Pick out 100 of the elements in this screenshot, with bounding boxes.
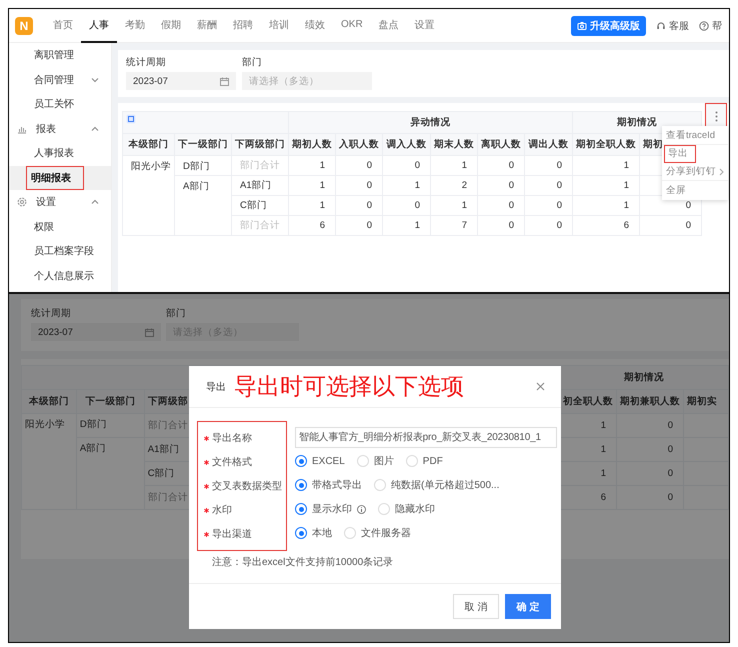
column-header: 期初全职人数 — [572, 134, 640, 156]
column-header: 下两级部门 — [232, 134, 288, 156]
table-cell: 1 — [320, 180, 325, 191]
menu-item[interactable]: 分享到钉钉 — [662, 163, 728, 181]
column-header: 期初兼职人数 — [616, 390, 684, 414]
sidebar-item[interactable]: 个人信息展示 — [31, 266, 97, 286]
table-cell: 1 — [624, 200, 629, 211]
confirm-button[interactable]: 确 定 — [505, 594, 551, 619]
name-input[interactable]: 智能人事官方_明细分析报表pro_新交叉表_20230810_1 — [295, 426, 557, 448]
table-cell: 1 — [320, 200, 325, 211]
nav-tab[interactable]: 培训 — [261, 9, 297, 42]
table-cell: 0 — [508, 160, 514, 171]
column-header: 期初实 — [684, 390, 728, 414]
menu-item[interactable]: 导出 — [664, 145, 696, 163]
chevron-icon[interactable] — [91, 199, 99, 206]
table-cell: 1 — [462, 200, 467, 211]
option-label: 显示水印 — [312, 502, 352, 516]
filter-label: 部门 — [166, 307, 187, 320]
calendar-icon — [220, 76, 229, 86]
table-cell: 0 — [366, 220, 372, 231]
nav-tab[interactable]: 绩效 — [297, 9, 333, 42]
menu-item[interactable]: 全屏 — [662, 181, 728, 199]
more-icon — [714, 110, 718, 122]
option-label: 纯数据(单元格超过500... — [391, 478, 500, 492]
table-cell: 部门合计 — [148, 492, 188, 503]
option-label: 带格式导出 — [312, 478, 362, 492]
sidebar-item[interactable]: 权限 — [31, 216, 57, 237]
sidebar-item[interactable]: 报表 — [33, 118, 59, 139]
sidebar-item[interactable]: 员工档案字段 — [31, 241, 97, 262]
column-header: 入职人数 — [336, 134, 382, 156]
option-label: EXCEL — [312, 456, 345, 466]
sidebar-item[interactable]: 人事报表 — [31, 143, 77, 164]
nav-tab[interactable]: 首页 — [45, 9, 81, 42]
filter-label: 统计周期 — [126, 56, 167, 69]
table-cell: 1 — [624, 160, 629, 171]
date-field[interactable]: 2023-07 — [126, 72, 236, 90]
table-cell: 1 — [600, 420, 606, 431]
table-cell: 0 — [414, 200, 420, 211]
table-cell: 1 — [462, 160, 467, 171]
chevron-icon[interactable] — [91, 126, 99, 132]
table-cell: 0 — [556, 180, 562, 191]
cancel-button[interactable]: 取 消 — [453, 594, 499, 619]
sidebar-item[interactable]: 员工关怀 — [31, 94, 77, 114]
settings-icon — [17, 197, 27, 208]
option-label: PDF — [422, 456, 443, 466]
nav-tab[interactable]: 设置 — [406, 9, 443, 42]
table-cell: D部门 — [80, 419, 107, 430]
info-icon[interactable] — [357, 504, 366, 514]
table-cell: 0 — [366, 180, 372, 191]
table-cell: 0 — [556, 200, 562, 211]
table-cell: A1部门 — [148, 444, 180, 455]
camera-icon — [577, 20, 587, 30]
option-label: 本地 — [312, 526, 332, 540]
nav-tab[interactable]: 盘点 — [370, 9, 407, 42]
table-cell: 阳光小学 — [131, 161, 171, 172]
table-cell: 部门合计 — [240, 160, 280, 171]
table-cell: 1 — [414, 180, 420, 191]
column-header: 调入人数 — [382, 134, 430, 156]
nav-tab[interactable]: 招聘 — [225, 9, 261, 42]
chevron-right-icon — [719, 168, 724, 176]
nav-tab[interactable]: 假期 — [153, 9, 189, 42]
table-cell: 2 — [462, 180, 467, 191]
column-header: 本级部门 — [122, 134, 174, 156]
column-header: 离职人数 — [478, 134, 524, 156]
radio-button[interactable] — [295, 479, 307, 491]
support-link[interactable]: 客服 — [656, 18, 689, 32]
note-text: 注意：导出excel文件支持前10000条记录 — [212, 556, 394, 569]
sidebar-item[interactable]: 设置 — [33, 192, 59, 212]
nav-tab[interactable]: OKR — [333, 9, 371, 42]
table-cell: C部门 — [148, 468, 175, 479]
table-cell: 0 — [668, 492, 674, 503]
column-header: 初全职人数 — [560, 390, 617, 414]
table-cell: 0 — [668, 468, 674, 479]
upgrade-button[interactable]: 升级高级版 — [571, 16, 646, 36]
sidebar-item[interactable]: 离职管理 — [31, 45, 77, 66]
table-cell: A部门 — [183, 181, 210, 192]
department-select[interactable]: 请选择（多选） — [242, 72, 372, 90]
filter-label: 部门 — [242, 56, 263, 69]
nav-tab[interactable]: 薪酬 — [189, 9, 225, 42]
column-header: 期初人数 — [288, 134, 336, 156]
field-label: 交叉表数据类型 — [212, 480, 282, 493]
table-cell: 1 — [600, 444, 606, 455]
table-cell: 1 — [624, 180, 629, 191]
calendar-icon — [145, 328, 154, 336]
sidebar-item[interactable]: 合同管理 — [31, 70, 77, 90]
column-header: 期末人数 — [430, 134, 478, 156]
table-cell: 1 — [414, 220, 420, 231]
column-header: 本级部门 — [22, 390, 76, 414]
option-label: 隐藏水印 — [395, 502, 435, 516]
date-field[interactable]: 2023-07 — [31, 323, 161, 341]
table-icon[interactable] — [126, 114, 136, 124]
radio-button[interactable] — [295, 455, 307, 467]
radio-button[interactable] — [295, 503, 307, 515]
radio-button[interactable] — [295, 527, 307, 539]
table-cell: 6 — [600, 492, 606, 503]
column-header: 下一级部门 — [76, 390, 144, 414]
nav-tab[interactable]: 考勤 — [117, 9, 153, 42]
table-cell: 部门合计 — [240, 220, 280, 231]
chevron-icon[interactable] — [91, 76, 99, 83]
help-link[interactable]: 帮 — [699, 18, 729, 32]
